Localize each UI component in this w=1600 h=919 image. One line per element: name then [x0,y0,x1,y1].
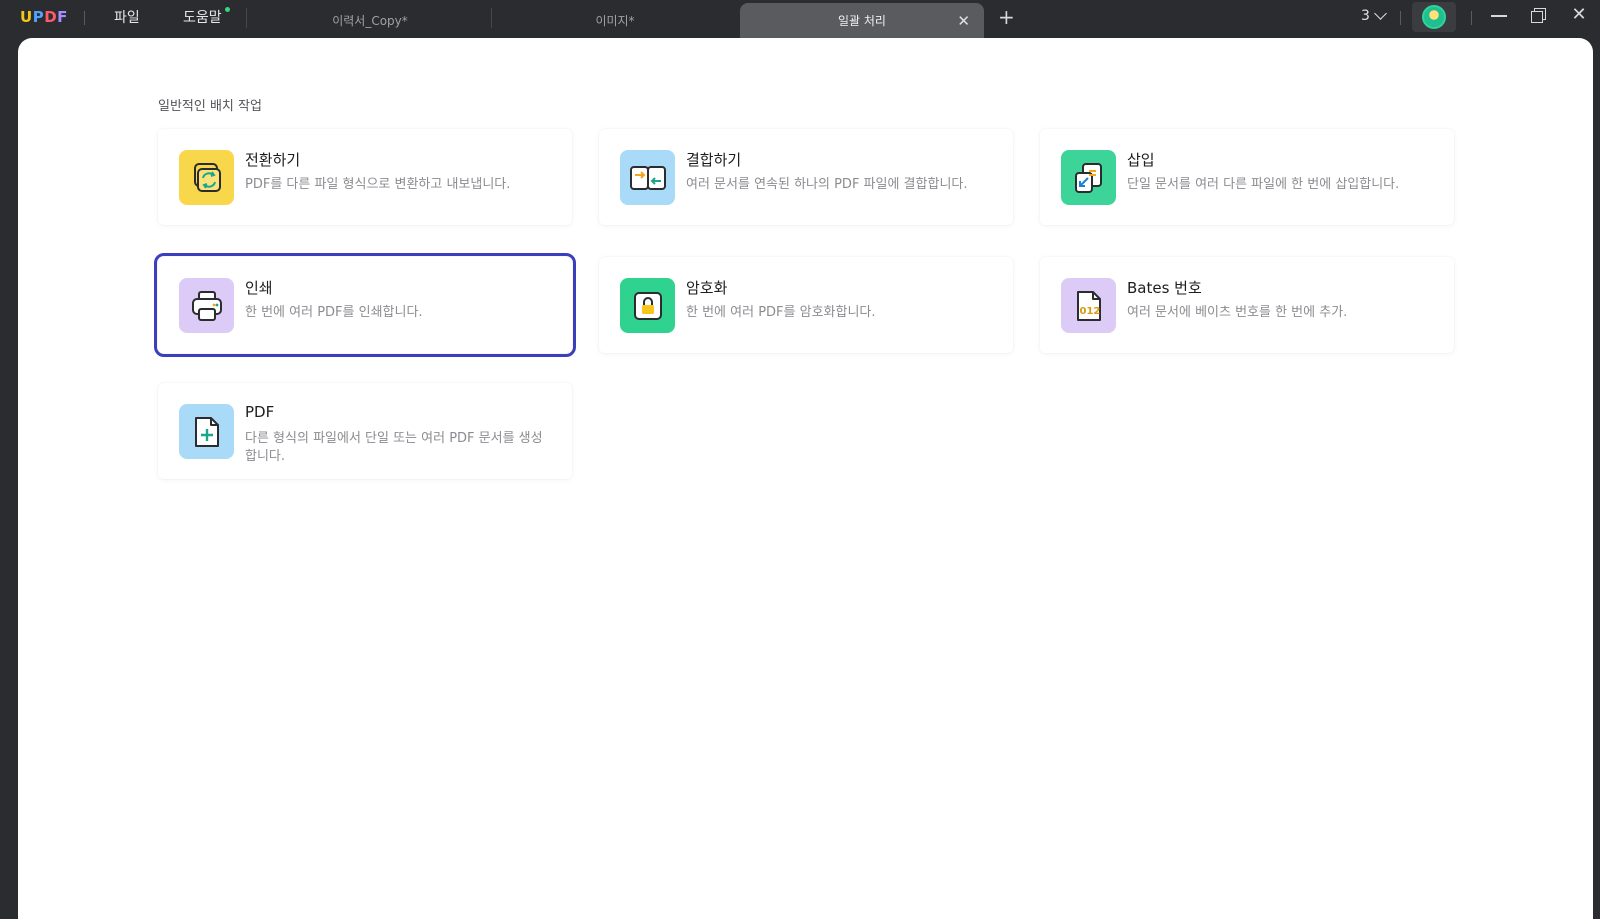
tab-divider [246,8,247,28]
divider [1400,11,1401,25]
card-title: PDF [245,403,275,421]
insert-icon [1061,150,1116,205]
open-tab-count[interactable]: 3 [1361,8,1370,24]
card-description: 다른 형식의 파일에서 단일 또는 여러 PDF 문서를 생성합니다. [245,431,543,464]
add-tab-button[interactable]: + [998,5,1015,29]
card-description: 여러 문서를 연속된 하나의 PDF 파일에 결합합니다. [686,177,968,192]
create-pdf-icon [179,404,234,459]
card-title: 삽입 [1127,151,1155,169]
menu-help[interactable]: 도움말 [183,7,222,27]
tab-label: 일괄 처리 [838,14,886,28]
restore-button[interactable] [1519,0,1559,32]
avatar [1422,5,1446,29]
card-description: PDF를 다른 파일 형식으로 변환하고 내보냅니다. [245,177,511,192]
bates-icon-text: 012 [1079,306,1100,317]
card-title: 인쇄 [245,279,273,297]
card-combine[interactable]: 결합하기 여러 문서를 연속된 하나의 PDF 파일에 결합합니다. [599,129,1013,225]
close-tab-icon[interactable]: ✕ [957,12,970,30]
account-button[interactable] [1412,2,1456,32]
card-title: 전환하기 [245,151,301,169]
card-description: 단일 문서를 여러 다른 파일에 한 번에 삽입합니다. [1127,177,1400,192]
tab-resume-copy[interactable]: 이력서_Copy* [250,3,490,38]
title-bar: UPDF 파일 도움말 이력서_Copy* 이미지* 일괄 처리 ✕ + 3 ✕ [0,0,1600,38]
lock-icon [620,278,675,333]
new-badge-dot [225,7,230,12]
minimize-button[interactable] [1479,0,1519,32]
card-create-pdf[interactable]: PDF 다른 형식의 파일에서 단일 또는 여러 PDF 문서를 생성합니다. [158,383,572,479]
card-title: Bates 번호 [1127,279,1202,297]
card-convert[interactable]: 전환하기 PDF를 다른 파일 형식으로 변환하고 내보냅니다. [158,129,572,225]
tab-image[interactable]: 이미지* [495,3,735,38]
card-description: 한 번에 여러 PDF를 암호화합니다. [686,305,876,320]
card-print[interactable]: 인쇄 한 번에 여러 PDF를 인쇄합니다. [154,253,576,357]
convert-icon [179,150,234,205]
combine-icon [620,150,675,205]
printer-icon [179,278,234,333]
card-title: 결합하기 [686,151,742,169]
card-title: 암호화 [686,279,728,297]
divider [84,11,85,25]
tab-batch-processing[interactable]: 일괄 처리 ✕ [740,3,984,38]
bates-number-icon: 012 [1061,278,1116,333]
updf-logo[interactable]: UPDF [20,8,68,26]
close-window-button[interactable]: ✕ [1559,0,1599,32]
section-title: 일반적인 배치 작업 [158,99,262,114]
menu-file[interactable]: 파일 [114,7,140,27]
card-insert[interactable]: 삽입 단일 문서를 여러 다른 파일에 한 번에 삽입합니다. [1040,129,1454,225]
divider [1471,11,1472,25]
card-description: 한 번에 여러 PDF를 인쇄합니다. [245,305,423,320]
card-encrypt[interactable]: 암호화 한 번에 여러 PDF를 암호화합니다. [599,257,1013,353]
card-description: 여러 문서에 베이츠 번호를 한 번에 추가. [1127,305,1348,320]
card-bates-number[interactable]: 012 Bates 번호 여러 문서에 베이츠 번호를 한 번에 추가. [1040,257,1454,353]
batch-panel: 일반적인 배치 작업 전환하기 PDF를 다른 파일 형식으로 변환하고 내보냅… [18,38,1593,919]
chevron-down-icon[interactable] [1374,7,1387,20]
tab-label: 이미지* [595,14,635,28]
tab-label: 이력서_Copy* [332,14,408,28]
tab-divider [491,8,492,28]
